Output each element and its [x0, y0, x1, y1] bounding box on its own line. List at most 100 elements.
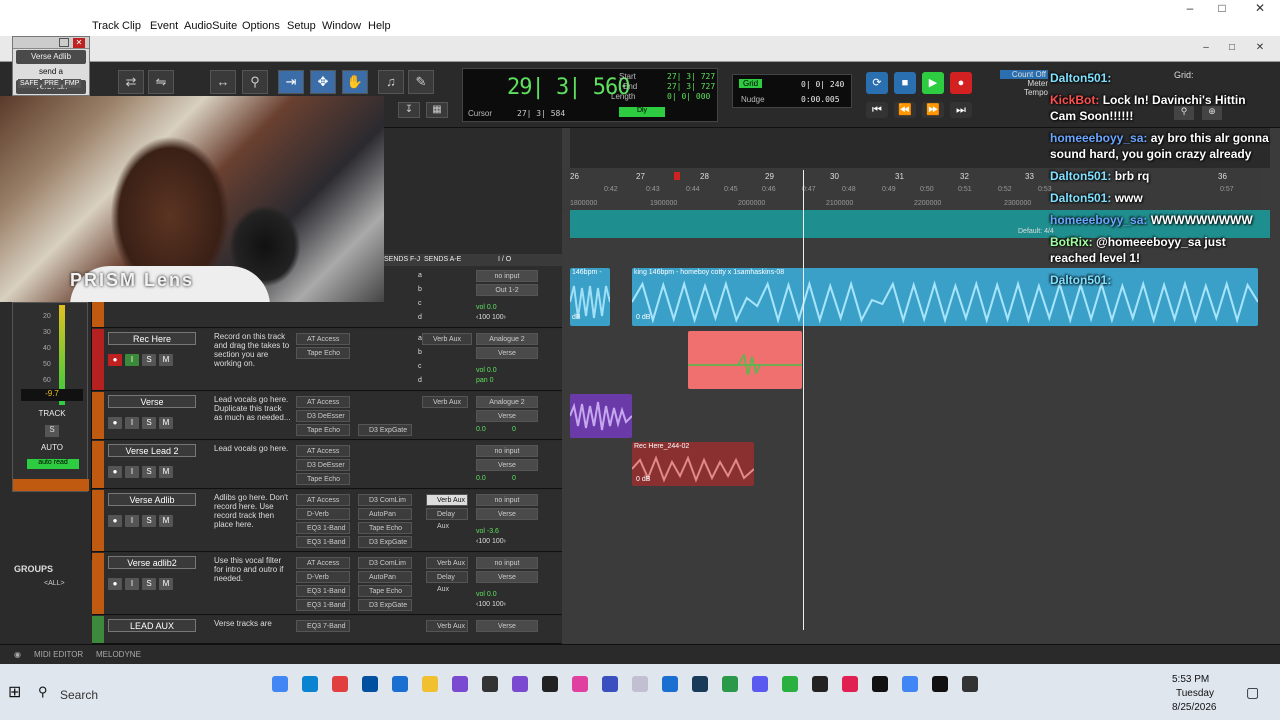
- send-slot[interactable]: Verb Aux: [426, 620, 468, 632]
- app-icon[interactable]: [572, 676, 588, 692]
- send-window-close-icon[interactable]: ✕: [73, 38, 85, 48]
- record-arm-button[interactable]: ●: [108, 515, 122, 527]
- insert-slot[interactable]: AT Access: [296, 445, 350, 457]
- insert-slot[interactable]: D3 ComLim: [358, 557, 412, 569]
- track-row-lead-aux[interactable]: LEAD AUX Verse tracks are EQ3 7-Band Ver…: [92, 616, 562, 644]
- xbox-icon[interactable]: [782, 676, 798, 692]
- solo-button[interactable]: S: [142, 515, 156, 527]
- volume-readout[interactable]: vol -3.6: [476, 528, 499, 535]
- send-window-titlebar[interactable]: ✕: [13, 37, 89, 49]
- insert-slot[interactable]: EQ3 1-Band: [296, 599, 350, 611]
- record-arm-button[interactable]: ●: [108, 354, 122, 366]
- pencil-icon[interactable]: ✎: [408, 70, 434, 94]
- menu-options[interactable]: Options: [242, 20, 280, 32]
- volume-readout[interactable]: vol 0.0: [476, 367, 497, 374]
- insert-slot[interactable]: Tape Echo: [358, 585, 412, 597]
- solo-button[interactable]: S: [45, 425, 59, 437]
- edit-minimize-icon[interactable]: –: [1196, 42, 1216, 53]
- mute-button[interactable]: M: [159, 354, 173, 366]
- app-icon[interactable]: [932, 676, 948, 692]
- record-arm-button[interactable]: ●: [108, 417, 122, 429]
- slip-icon[interactable]: ⇋: [148, 70, 174, 94]
- send-slot[interactable]: Verb Aux: [426, 494, 468, 506]
- menu-setup[interactable]: Setup: [287, 20, 316, 32]
- pan-readout[interactable]: ‹100 100›: [476, 601, 506, 608]
- output-select[interactable]: Verse: [476, 508, 538, 520]
- track-name[interactable]: Verse Adlib: [108, 493, 196, 506]
- send-slot[interactable]: Delay Aux: [426, 508, 468, 530]
- nudge-value[interactable]: 0:00.005: [801, 95, 840, 104]
- fast-forward-icon[interactable]: ⏩: [922, 102, 944, 118]
- safe-button[interactable]: SAFE: [18, 79, 41, 88]
- app-icon[interactable]: [872, 676, 888, 692]
- steam-icon[interactable]: [692, 676, 708, 692]
- scrubber-icon[interactable]: ♫: [378, 70, 404, 94]
- app-icon[interactable]: [812, 676, 828, 692]
- midi-editor-tab[interactable]: MIDI EDITOR: [34, 650, 83, 659]
- insert-slot[interactable]: EQ3 1-Band: [296, 585, 350, 597]
- insert-slot[interactable]: EQ3 7-Band: [296, 620, 350, 632]
- track-name[interactable]: Verse Lead 2: [108, 444, 196, 457]
- insert-slot[interactable]: Tape Echo: [296, 424, 350, 436]
- edit-close-icon[interactable]: ✕: [1250, 42, 1270, 53]
- pan-readout[interactable]: ‹100 100›: [476, 314, 506, 321]
- solo-button[interactable]: S: [142, 578, 156, 590]
- input-monitor-button[interactable]: I: [125, 578, 139, 590]
- output-select[interactable]: Verse: [476, 571, 538, 583]
- start-value[interactable]: 27| 3| 727: [667, 72, 715, 81]
- insert-slot[interactable]: D-Verb: [296, 508, 350, 520]
- record-icon[interactable]: ●: [950, 72, 972, 94]
- end-value[interactable]: 27| 3| 727: [667, 82, 715, 91]
- grabber-tool-icon[interactable]: ✋: [342, 70, 368, 94]
- grid-value[interactable]: 0| 0| 240: [801, 80, 844, 89]
- send-window-track[interactable]: Verse Adlib: [16, 50, 86, 64]
- app-icon[interactable]: [632, 676, 648, 692]
- app-icon[interactable]: [662, 676, 678, 692]
- rewind-start-icon[interactable]: ⏮: [866, 102, 888, 118]
- record-arm-button[interactable]: ●: [108, 466, 122, 478]
- audio-clip-verse[interactable]: [570, 394, 632, 438]
- insert-slot[interactable]: AT Access: [296, 494, 350, 506]
- fmp-button[interactable]: FMP: [62, 79, 82, 88]
- trim-tool-icon[interactable]: ⇥: [278, 70, 304, 94]
- media-player-icon[interactable]: [542, 676, 558, 692]
- menu-help[interactable]: Help: [368, 20, 391, 32]
- volume-readout[interactable]: 0.0: [476, 426, 486, 433]
- input-select[interactable]: no input: [476, 270, 538, 282]
- chrome-icon[interactable]: [272, 676, 288, 692]
- minimize-icon[interactable]: –: [1180, 1, 1200, 15]
- track-row-verse-lead-2[interactable]: Verse Lead 2 ● I S M Lead vocals go here. A…: [92, 441, 562, 489]
- group-all[interactable]: <ALL>: [44, 580, 65, 587]
- insert-slot[interactable]: Tape Echo: [358, 522, 412, 534]
- zoom-icon[interactable]: ⚲: [242, 70, 268, 94]
- app-icon[interactable]: [452, 676, 468, 692]
- track-name[interactable]: Verse: [108, 395, 196, 408]
- outlook-icon[interactable]: [392, 676, 408, 692]
- windows-start-icon[interactable]: ⊞: [8, 682, 21, 702]
- insert-slot[interactable]: D3 DeEsser: [296, 459, 350, 471]
- send-window-restore-icon[interactable]: [59, 38, 69, 47]
- taskbar-search[interactable]: Search: [60, 688, 98, 702]
- solo-button[interactable]: S: [142, 466, 156, 478]
- count-off-button[interactable]: Count Off: [1000, 70, 1048, 79]
- insert-slot[interactable]: D-Verb: [296, 571, 350, 583]
- volume-readout[interactable]: vol 0.0: [476, 304, 497, 311]
- insert-slot[interactable]: AT Access: [296, 396, 350, 408]
- discord-icon[interactable]: [752, 676, 768, 692]
- volume-readout[interactable]: 0.0: [476, 475, 486, 482]
- input-monitor-button[interactable]: I: [125, 354, 139, 366]
- file-explorer-icon[interactable]: [422, 676, 438, 692]
- level-readout[interactable]: -9.7: [21, 389, 83, 401]
- track-name[interactable]: Verse adlib2: [108, 556, 196, 569]
- input-monitor-button[interactable]: I: [125, 466, 139, 478]
- length-value[interactable]: 0| 0| 000: [667, 92, 710, 101]
- track-name[interactable]: LEAD AUX: [108, 619, 196, 632]
- stop-icon[interactable]: ■: [894, 72, 916, 94]
- link-icon[interactable]: ▦: [426, 102, 448, 118]
- insert-slot[interactable]: D3 ExpGate: [358, 424, 412, 436]
- track-row-verse-adlib2[interactable]: Verse adlib2 ● I S M Use this vocal filter …: [92, 553, 562, 615]
- input-monitor-button[interactable]: I: [125, 515, 139, 527]
- menu-track[interactable]: Track: [92, 20, 119, 32]
- edge-icon[interactable]: [302, 676, 318, 692]
- input-select[interactable]: no input: [476, 445, 538, 457]
